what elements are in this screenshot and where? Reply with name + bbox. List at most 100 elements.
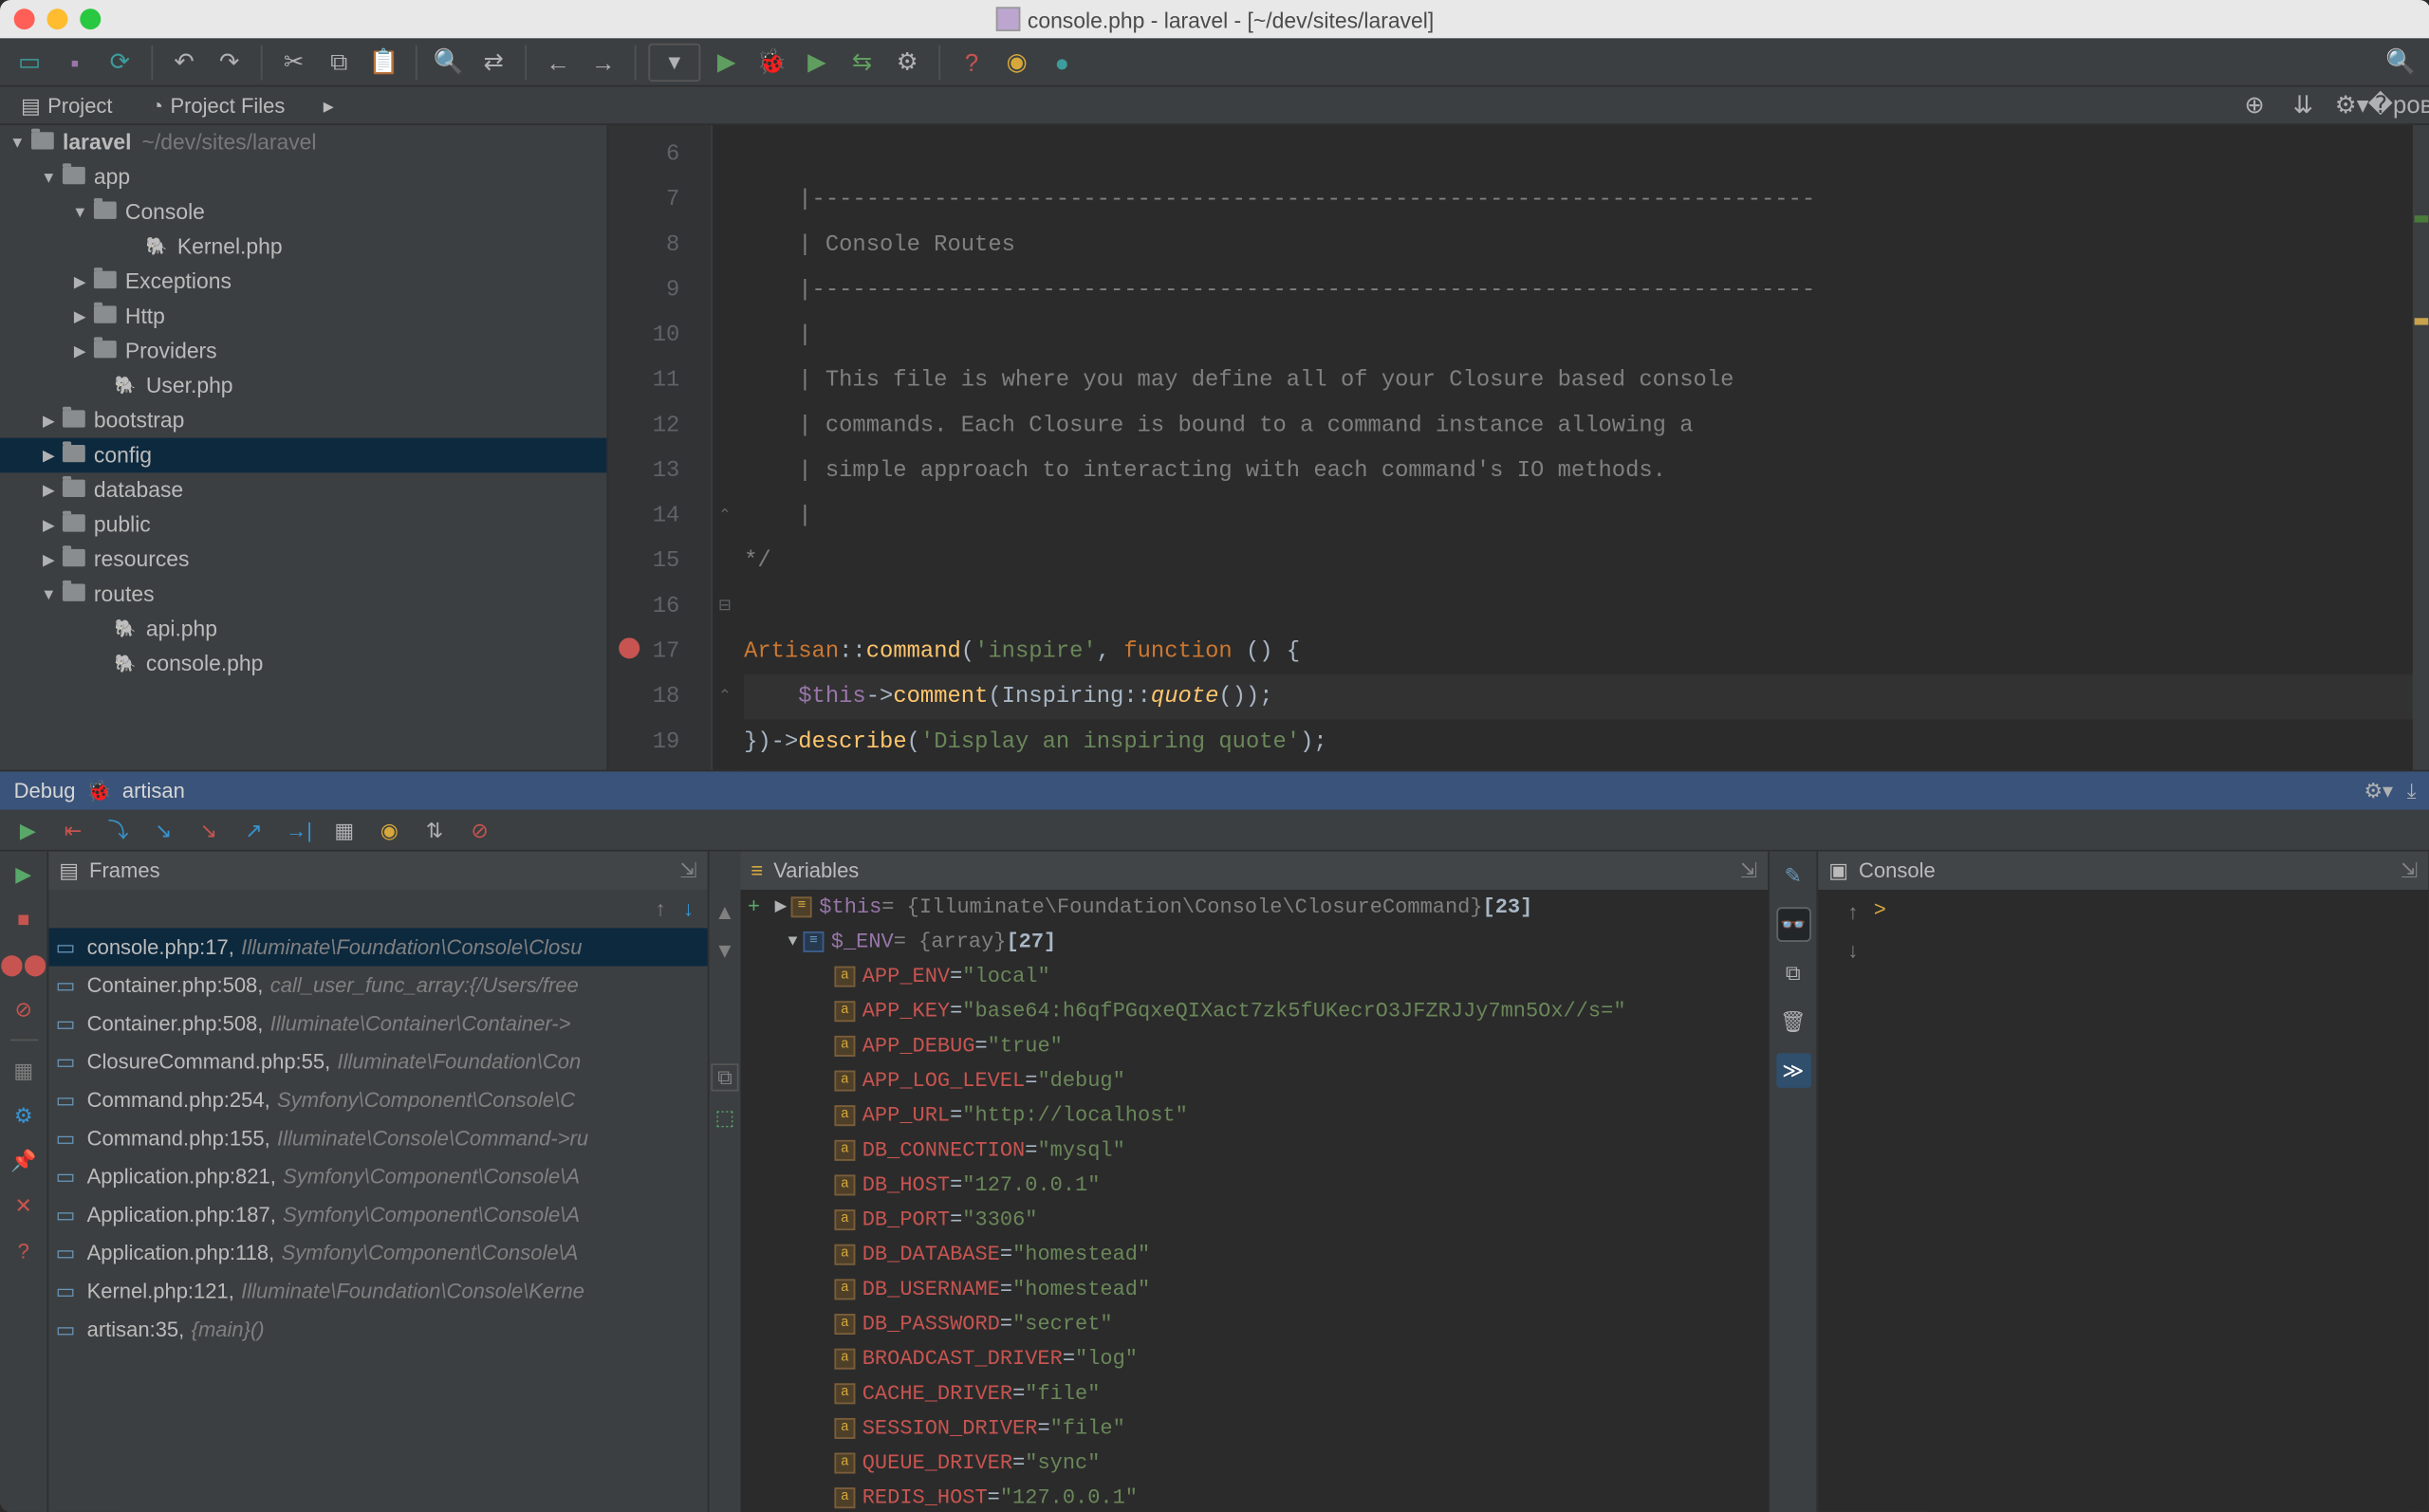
frame-row[interactable]: ▭Kernel.php:121, Illuminate\Foundation\C… [48, 1272, 707, 1310]
tree-database[interactable]: ▶database [0, 472, 606, 507]
frame-row[interactable]: ▭Command.php:155, Illuminate\Console\Com… [48, 1119, 707, 1157]
copy-icon[interactable]: ⧉ [711, 1063, 738, 1091]
tree-api[interactable]: 🐘api.php [0, 612, 606, 647]
var-item[interactable]: aBROADCAST_DRIVER = "log" [740, 1341, 1768, 1376]
frames-restore-icon[interactable]: ⇲ [679, 858, 696, 883]
vars-restore-icon[interactable]: ⇲ [1740, 858, 1757, 883]
coverage-button[interactable]: ▶ [798, 43, 836, 81]
console-restore-icon[interactable]: ⇲ [2401, 858, 2418, 883]
settings2-icon[interactable]: ⚙ [8, 1100, 39, 1132]
tree-consolephp[interactable]: 🐘console.php [0, 647, 606, 682]
trash-icon[interactable]: 🗑 [1775, 1005, 1810, 1040]
help2-icon[interactable]: ? [8, 1236, 39, 1267]
frame-row[interactable]: ▭Container.php:508, Illuminate\Container… [48, 1005, 707, 1042]
breakpoint-icon[interactable] [618, 637, 639, 658]
resume-icon[interactable]: ▶ [10, 812, 46, 847]
hide-icon[interactable]: �ров [2382, 86, 2420, 124]
redo-button[interactable]: ↷ [211, 43, 249, 81]
add-watch-icon[interactable]: + [748, 890, 760, 925]
locate-icon[interactable]: ⊕ [2235, 86, 2273, 124]
eval-icon[interactable]: ▦ [326, 812, 362, 847]
layout-icon[interactable]: ▦ [8, 1055, 39, 1086]
frame-row[interactable]: ▭Application.php:118, Symfony\Component\… [48, 1234, 707, 1272]
undo-button[interactable]: ↶ [165, 43, 203, 81]
var-item[interactable]: aSESSION_DRIVER = "file" [740, 1411, 1768, 1447]
tree-console[interactable]: ▼Console [0, 194, 606, 230]
rerun-icon[interactable]: ▶ [8, 858, 39, 890]
disable-bp-icon[interactable]: ⊘ [8, 994, 39, 1025]
tree-root[interactable]: ▼laravel~/dev/sites/laravel [0, 125, 606, 160]
frame-row[interactable]: ▭console.php:17, Illuminate\Foundation\C… [48, 928, 707, 966]
tree-user[interactable]: 🐘User.php [0, 368, 606, 403]
frame-down-icon[interactable]: ↓ [683, 896, 694, 921]
profiler-icon[interactable]: ● [1043, 43, 1081, 81]
code-body[interactable]: |---------------------------------------… [737, 125, 2429, 770]
settings-button[interactable]: ⚙ [888, 43, 926, 81]
frames-list[interactable]: ▭console.php:17, Illuminate\Foundation\C… [48, 928, 707, 1512]
tree-kernel[interactable]: 🐘Kernel.php [0, 230, 606, 265]
close-tab-icon[interactable]: ✕ [8, 1190, 39, 1222]
var-item[interactable]: aDB_CONNECTION = "mysql" [740, 1133, 1768, 1168]
frames-scroll-down-icon[interactable]: ▼ [714, 938, 735, 963]
var-item[interactable]: aAPP_LOG_LEVEL = "debug" [740, 1063, 1768, 1098]
collapse-env-icon[interactable]: ▼ [782, 925, 803, 960]
frame-row[interactable]: ▭Command.php:254, Symfony\Component\Cons… [48, 1081, 707, 1119]
frames-scroll-up-icon[interactable]: ▲ [714, 900, 735, 925]
variables-tree[interactable]: + ▶ ≡ $this = {Illuminate\Foundation\Con… [740, 890, 1768, 1512]
var-item[interactable]: aDB_HOST = "127.0.0.1" [740, 1168, 1768, 1203]
var-item[interactable]: aAPP_KEY = "base64:h6qfPGqxeQIXact7zk5fU… [740, 994, 1768, 1029]
evaluate-icon[interactable]: ≫ [1775, 1053, 1810, 1088]
console-down-icon[interactable]: ↓ [1847, 938, 1858, 963]
watch-icon[interactable]: ◉ [372, 812, 407, 847]
search-everywhere-button[interactable]: 🔍 [2382, 43, 2420, 81]
sync-button[interactable]: ⟳ [101, 43, 139, 81]
frame-row[interactable]: ▭artisan:35, {main}() [48, 1310, 707, 1348]
code-editor[interactable]: 678910111213141516 171819 ⌃ ⊟ ⌃ |-------… [608, 125, 2429, 770]
gear-icon[interactable]: ⚙▾ [2333, 86, 2371, 124]
project-tab[interactable]: ▤ Project [10, 89, 123, 120]
pin-icon[interactable]: 📌 [8, 1145, 39, 1176]
copy-var-icon[interactable]: ⧉ [1775, 956, 1810, 991]
tabs-more[interactable]: ▸ [313, 89, 344, 120]
tree-http[interactable]: ▶Http [0, 299, 606, 334]
highlight-icon[interactable]: ◉ [998, 43, 1036, 81]
var-item[interactable]: aDB_PASSWORD = "secret" [740, 1307, 1768, 1342]
var-item[interactable]: aQUEUE_DRIVER = "sync" [740, 1446, 1768, 1481]
paste-button[interactable]: 📋 [365, 43, 403, 81]
step-over-icon[interactable]: ⤵ [101, 812, 136, 847]
collapse-icon[interactable]: ⇊ [2284, 86, 2322, 124]
run-config-dropdown[interactable]: ▾ [648, 43, 700, 81]
replace-button[interactable]: ⇄ [474, 43, 512, 81]
tree-app[interactable]: ▼app [0, 160, 606, 195]
fold-column[interactable]: ⌃ ⊟ ⌃ [713, 125, 737, 770]
back-button[interactable]: ← [539, 43, 577, 81]
tree-routes[interactable]: ▼routes [0, 577, 606, 612]
error-stripe[interactable] [2413, 125, 2429, 770]
open-button[interactable]: ▭ [10, 43, 48, 81]
expand-this-icon[interactable]: ▶ [770, 890, 791, 925]
debug-button[interactable]: 🐞 [752, 43, 790, 81]
run-button[interactable]: ▶ [708, 43, 746, 81]
tree-resources[interactable]: ▶resources [0, 543, 606, 578]
run-to-cursor-icon[interactable]: →| [282, 812, 317, 847]
debug-toolwindow-header[interactable]: Debug 🐞 artisan ⚙▾ ⤓ [0, 771, 2429, 809]
bp-icon[interactable]: ⬤⬤ [8, 949, 39, 980]
tree-bootstrap[interactable]: ▶bootstrap [0, 403, 606, 438]
step-into-icon[interactable]: ↘ [146, 812, 181, 847]
var-item[interactable]: aAPP_ENV = "local" [740, 959, 1768, 994]
var-item[interactable]: aDB_USERNAME = "homestead" [740, 1272, 1768, 1307]
project-tree[interactable]: ▼laravel~/dev/sites/laravel ▼app ▼Consol… [0, 125, 608, 770]
frame-row[interactable]: ▭Application.php:821, Symfony\Component\… [48, 1157, 707, 1195]
save-button[interactable]: ▪ [56, 43, 94, 81]
console-output[interactable]: ↑ ↓ > [1818, 890, 2428, 1512]
show-watches-icon[interactable]: 👓 [1775, 907, 1810, 942]
listen-debug-button[interactable]: ⇆ [844, 43, 881, 81]
project-files-tab[interactable]: ◔ Project Files [140, 89, 296, 120]
sort-icon[interactable]: ⇅ [417, 812, 453, 847]
frame-up-icon[interactable]: ↑ [656, 896, 666, 921]
tree-exceptions[interactable]: ▶Exceptions [0, 264, 606, 299]
debug-settings-icon[interactable]: ⚙▾ [2364, 778, 2393, 803]
help-icon[interactable]: ? [953, 43, 991, 81]
frame-row[interactable]: ▭ClosureCommand.php:55, Illuminate\Found… [48, 1042, 707, 1080]
debug-hide-icon[interactable]: ⤓ [2407, 778, 2417, 803]
